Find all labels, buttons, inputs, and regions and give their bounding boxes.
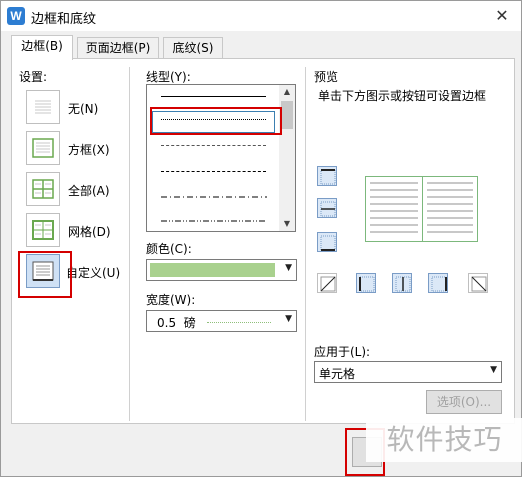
chevron-down-icon[interactable]: ▼ <box>490 365 497 375</box>
border-inside-h-icon[interactable] <box>319 200 337 218</box>
dialog-window: W 边框和底纹 ✕ 边框(B) 页面边框(P) 底纹(S) 设置: 无(N) 方… <box>0 0 522 477</box>
setting-none-label: 无(N) <box>68 102 99 116</box>
scroll-thumb[interactable] <box>281 101 293 129</box>
border-inside-v-button[interactable] <box>392 273 412 293</box>
scroll-down-icon[interactable]: ▼ <box>279 217 295 231</box>
separator-left <box>129 67 130 421</box>
diagonal-up-button[interactable] <box>468 273 488 293</box>
setting-none-icon[interactable] <box>26 90 60 124</box>
dialog-title: 边框和底纹 <box>31 12 97 27</box>
border-top-button[interactable] <box>317 166 337 186</box>
preview-center-line <box>422 177 423 241</box>
close-icon[interactable]: ✕ <box>495 6 508 25</box>
preview-label: 预览 <box>314 70 339 84</box>
line-style-dash-dot-dot[interactable] <box>161 219 267 223</box>
line-type-label: 线型(Y): <box>146 70 191 84</box>
title-bar: W 边框和底纹 ✕ <box>1 1 521 31</box>
apply-to-label: 应用于(L): <box>314 345 371 359</box>
diagonal-up-icon[interactable] <box>319 275 337 293</box>
tab-shading[interactable]: 底纹(S) <box>163 37 223 59</box>
tab-borders[interactable]: 边框(B) <box>11 35 73 60</box>
highlight-custom <box>18 251 72 298</box>
border-right-button[interactable] <box>428 273 448 293</box>
apply-to-dropdown[interactable]: 单元格 ▼ <box>314 361 502 383</box>
setting-custom-label: 自定义(U) <box>66 266 121 280</box>
border-top-icon[interactable] <box>319 168 337 186</box>
border-left-icon[interactable] <box>358 275 376 293</box>
setting-grid-icon[interactable] <box>26 213 60 247</box>
apply-to-value: 单元格 <box>319 367 356 381</box>
tab-content-borders: 设置: 无(N) 方框(X) 全部(A) 网格(D) 自定义(U) 线型(Y):… <box>11 58 515 424</box>
close-button[interactable]: ✕ <box>491 5 513 27</box>
setting-all-icon[interactable] <box>26 172 60 206</box>
line-style-dash[interactable] <box>161 171 266 172</box>
color-swatch <box>150 263 275 277</box>
color-label: 颜色(C): <box>146 242 192 256</box>
selected-line-style <box>152 111 275 133</box>
setting-box-label: 方框(X) <box>68 143 110 157</box>
line-style-solid[interactable] <box>161 96 266 97</box>
preview-page[interactable] <box>365 176 478 242</box>
settings-label: 设置: <box>19 70 48 84</box>
color-dropdown[interactable]: ▼ <box>146 259 297 281</box>
line-style-dash-dot[interactable] <box>161 195 267 199</box>
width-value: 0.5 磅 <box>157 316 196 330</box>
watermark: 软件技巧 <box>366 418 522 462</box>
scroll-up-icon[interactable]: ▲ <box>279 85 295 99</box>
border-right-icon[interactable] <box>430 275 448 293</box>
border-inside-h-button[interactable] <box>317 198 337 218</box>
setting-grid-label: 网格(D) <box>68 225 111 239</box>
options-button[interactable]: 选项(O)... <box>426 390 502 414</box>
chevron-down-icon[interactable]: ▼ <box>285 314 292 324</box>
setting-all-label: 全部(A) <box>68 184 110 198</box>
border-inside-v-icon[interactable] <box>394 275 412 293</box>
width-dropdown[interactable]: 0.5 磅 ▼ <box>146 310 297 332</box>
wps-writer-icon: W <box>7 7 25 25</box>
diagonal-down-icon[interactable] <box>470 275 488 293</box>
border-left-button[interactable] <box>356 273 376 293</box>
width-label: 宽度(W): <box>146 293 196 307</box>
width-sample-line <box>207 322 271 323</box>
preview-hint: 单击下方图示或按钮可设置边框 <box>318 89 487 103</box>
border-bottom-button[interactable] <box>317 232 337 252</box>
separator-right <box>305 67 306 421</box>
line-style-dash-small[interactable] <box>161 145 266 146</box>
tab-page-borders[interactable]: 页面边框(P) <box>77 37 159 59</box>
diagonal-down-button[interactable] <box>317 273 337 293</box>
border-bottom-icon[interactable] <box>319 234 337 252</box>
chevron-down-icon[interactable]: ▼ <box>285 263 292 273</box>
setting-box-icon[interactable] <box>26 131 60 165</box>
